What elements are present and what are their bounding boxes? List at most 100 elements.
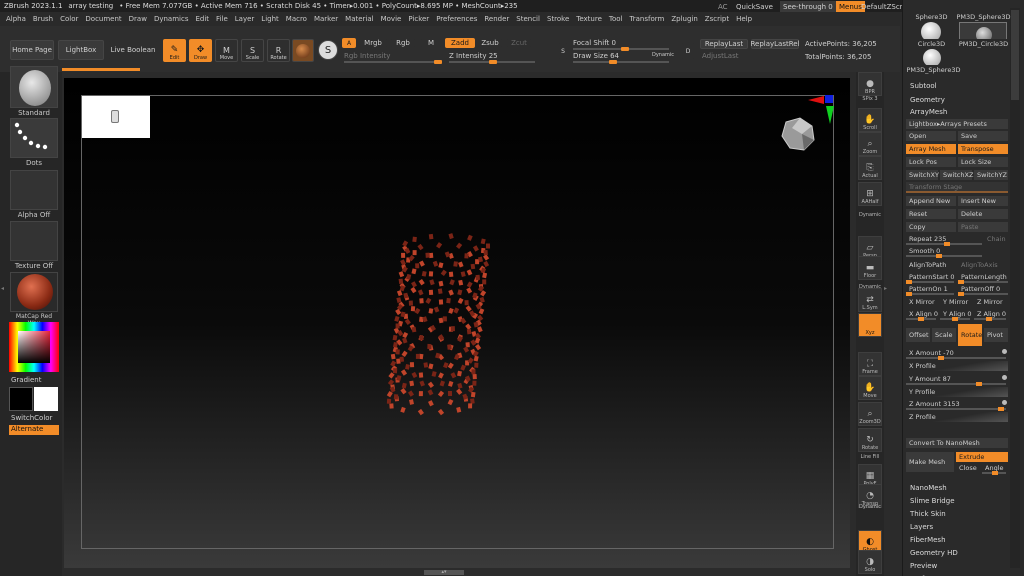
menu-item[interactable]: Light bbox=[261, 15, 278, 23]
menu-item[interactable]: Help bbox=[736, 15, 752, 23]
shelf-dynamic-button[interactable]: Dynamic bbox=[858, 208, 882, 218]
edit-button[interactable]: ✎ Edit bbox=[163, 39, 186, 62]
menu-item[interactable]: Brush bbox=[33, 15, 53, 23]
menu-item[interactable]: Layer bbox=[235, 15, 255, 23]
right-collapse-icon[interactable]: ▸ bbox=[884, 285, 890, 299]
menu-item[interactable]: Alpha bbox=[6, 15, 26, 23]
open-button[interactable]: Open bbox=[906, 131, 956, 141]
shelf-spacer-button[interactable] bbox=[858, 336, 882, 346]
append-new-button[interactable]: Append New bbox=[906, 196, 956, 206]
scale-tab[interactable]: Scale bbox=[932, 328, 956, 342]
brush-standard-button[interactable] bbox=[10, 66, 58, 108]
z-mirror-button[interactable]: Z Mirror bbox=[974, 297, 1008, 307]
x-mirror-button[interactable]: X Mirror bbox=[906, 297, 938, 307]
pattern-on-track[interactable] bbox=[906, 292, 954, 296]
pattern-off-track[interactable] bbox=[958, 292, 1008, 296]
d-icon[interactable]: D bbox=[681, 42, 695, 60]
material-swatch-button[interactable] bbox=[292, 39, 314, 62]
scale-button[interactable]: S Scale bbox=[241, 39, 264, 62]
menu-item[interactable]: Edit bbox=[195, 15, 209, 23]
pattern-start-track[interactable] bbox=[906, 280, 954, 284]
menu-item[interactable]: File bbox=[216, 15, 228, 23]
rotate-button[interactable]: R Rotate bbox=[267, 39, 290, 62]
live-boolean-button[interactable]: Live Boolean bbox=[108, 40, 158, 60]
shelf-dynamic-button[interactable]: Dynamic bbox=[858, 500, 882, 510]
y-profile-curve[interactable]: Y Profile bbox=[906, 387, 1008, 397]
a-button[interactable]: A bbox=[342, 38, 356, 48]
shelf-aahalf-button[interactable]: ⊞ AAHalf bbox=[858, 182, 882, 206]
section-slime-bridge[interactable]: Slime Bridge bbox=[910, 497, 955, 505]
tool-pm3d-sphere2-label[interactable]: PM3D_Sphere3D bbox=[906, 65, 960, 75]
move-button[interactable]: M Move bbox=[215, 39, 238, 62]
arrays-presets-button[interactable]: Lightbox▸Arrays Presets bbox=[906, 119, 1008, 129]
y-amount-track[interactable] bbox=[906, 382, 1006, 386]
home-page-button[interactable]: Home Page bbox=[10, 40, 54, 60]
z-amount-reset-icon[interactable] bbox=[1002, 400, 1007, 405]
replay-last-button[interactable]: ReplayLast bbox=[700, 39, 748, 49]
menu-item[interactable]: Tool bbox=[609, 15, 623, 23]
shelf-line-fill-button[interactable]: Line Fill bbox=[858, 450, 882, 460]
menu-item[interactable]: Texture bbox=[576, 15, 602, 23]
align-to-axis-button[interactable]: AlignToAxis bbox=[958, 260, 1008, 270]
repeat-track[interactable] bbox=[906, 242, 982, 246]
y-amount-reset-icon[interactable] bbox=[1002, 375, 1007, 380]
menu-item[interactable]: Document bbox=[85, 15, 121, 23]
arraymesh-section[interactable]: ArrayMesh bbox=[910, 108, 947, 116]
texture-off-button[interactable] bbox=[10, 221, 58, 261]
switch-xz-button[interactable]: SwitchXZ bbox=[940, 170, 973, 180]
material-matcap-button[interactable] bbox=[10, 272, 58, 312]
s-gyro-icon[interactable]: S bbox=[318, 40, 338, 60]
menu-item[interactable]: Zscript bbox=[705, 15, 729, 23]
navigator-thumbnail[interactable] bbox=[82, 96, 150, 138]
menu-item[interactable]: Render bbox=[484, 15, 509, 23]
tool-sphere3d-label[interactable]: Sphere3D bbox=[906, 12, 954, 22]
rotate-tab[interactable]: Rotate bbox=[958, 324, 982, 346]
draw-size-slider[interactable]: Draw Size 64 bbox=[573, 52, 619, 60]
shelf-spix-3-button[interactable]: SPix 3 bbox=[858, 92, 882, 102]
section-thick-skin[interactable]: Thick Skin bbox=[910, 510, 946, 518]
make-mesh-button[interactable]: Make Mesh bbox=[906, 452, 954, 472]
focal-shift-slider[interactable]: Focal Shift 0 bbox=[573, 39, 616, 47]
x-align-track[interactable] bbox=[906, 317, 936, 321]
z-intensity-slider[interactable]: Z Intensity 25 bbox=[449, 52, 498, 60]
shelf-move-button[interactable]: ✋ Move bbox=[858, 376, 882, 400]
mrgb-button[interactable]: Mrgb bbox=[358, 38, 388, 48]
lock-size-button[interactable]: Lock Size bbox=[958, 157, 1008, 167]
reset-button[interactable]: Reset bbox=[906, 209, 956, 219]
menu-item[interactable]: Material bbox=[345, 15, 373, 23]
chain-button[interactable]: Chain bbox=[984, 234, 1008, 244]
rgb-intensity-slider[interactable]: Rgb Intensity bbox=[344, 52, 390, 60]
x-amount-reset-icon[interactable] bbox=[1002, 349, 1007, 354]
close-toggle[interactable]: Close bbox=[956, 463, 980, 473]
s-dynamic-icon[interactable]: S bbox=[558, 42, 568, 60]
x-amount-track[interactable] bbox=[906, 356, 1006, 360]
shelf-zoom-button[interactable]: ⌕ Zoom bbox=[858, 132, 882, 156]
section-fibermesh[interactable]: FiberMesh bbox=[910, 536, 946, 544]
shelf-scroll-button[interactable]: ✋ Scroll bbox=[858, 108, 882, 132]
tool-pm3d-circle-label[interactable]: PM3D_Circle3D bbox=[956, 39, 1008, 49]
y-align-track[interactable] bbox=[940, 317, 970, 321]
menu-item[interactable]: Preferences bbox=[436, 15, 477, 23]
gradient-label[interactable]: Gradient bbox=[11, 376, 41, 384]
pattern-length-track[interactable] bbox=[958, 280, 1008, 284]
left-collapse-icon[interactable]: ◂ bbox=[1, 285, 6, 299]
focal-shift-track[interactable] bbox=[573, 47, 669, 51]
shelf-zoom3d-button[interactable]: ⌕ Zoom3D bbox=[858, 402, 882, 426]
bottom-collapse-icon[interactable]: ▴▾ bbox=[424, 570, 464, 575]
draw-size-track[interactable] bbox=[573, 60, 669, 64]
tool-circle3d-label[interactable]: Circle3D bbox=[906, 39, 954, 49]
transform-stage-track[interactable] bbox=[906, 191, 1008, 193]
paste-button[interactable]: Paste bbox=[958, 222, 1008, 232]
shelf-spacer-button[interactable] bbox=[858, 322, 882, 332]
shelf-l-sym-button[interactable]: ⇄ L.Sym bbox=[858, 288, 882, 312]
z-align-track[interactable] bbox=[974, 317, 1006, 321]
m-button[interactable]: M bbox=[420, 38, 442, 48]
shelf-actual-button[interactable]: ⎘ Actual bbox=[858, 156, 882, 180]
switch-yz-button[interactable]: SwitchYZ bbox=[974, 170, 1008, 180]
switch-xy-button[interactable]: SwitchXY bbox=[906, 170, 939, 180]
z-amount-track[interactable] bbox=[906, 407, 1006, 411]
extrude-toggle[interactable]: Extrude bbox=[956, 452, 1008, 462]
secondary-color-swatch[interactable] bbox=[34, 387, 58, 411]
rgb-button[interactable]: Rgb bbox=[390, 38, 416, 48]
section-preview[interactable]: Preview bbox=[910, 562, 937, 570]
